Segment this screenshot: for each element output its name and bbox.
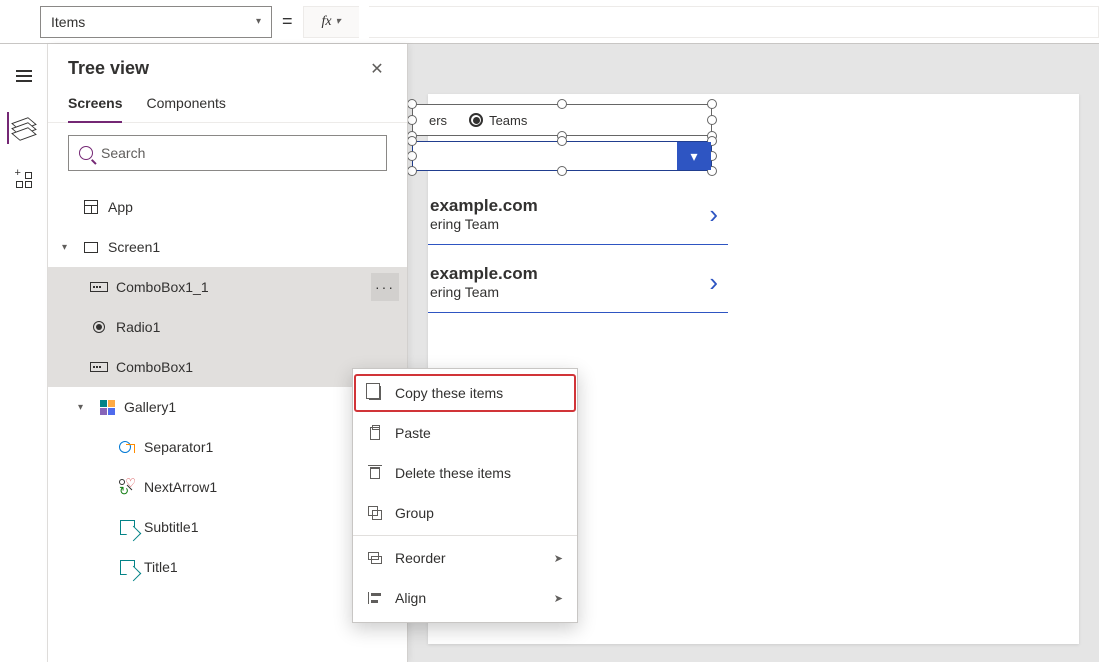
insert-icon[interactable] (8, 164, 40, 196)
screen-icon (84, 242, 98, 253)
context-item-label: Paste (395, 425, 431, 441)
equals-label: = (282, 11, 293, 32)
align-icon (368, 592, 382, 604)
label-icon (120, 560, 135, 575)
tree-item-label: Subtitle1 (144, 519, 198, 535)
context-menu: Copy these items Paste Delete these item… (352, 368, 578, 623)
context-paste[interactable]: Paste (353, 413, 577, 453)
chevron-down-icon: ▾ (256, 16, 261, 27)
tree-item-radio1[interactable]: Radio1 (48, 307, 407, 347)
tree-item-label: NextArrow1 (144, 479, 217, 495)
tree-view-icon[interactable] (7, 112, 39, 144)
tree-item-label: Radio1 (116, 319, 160, 335)
gallery-item-subtitle: ering Team (430, 216, 538, 232)
group-icon (368, 506, 382, 520)
resize-handle[interactable] (557, 99, 567, 109)
search-icon (79, 146, 93, 160)
gallery-item-title: example.com (430, 196, 538, 216)
context-delete[interactable]: Delete these items (353, 453, 577, 493)
reorder-icon (368, 552, 382, 564)
gallery-item[interactable]: example.com ering Team › (428, 252, 728, 313)
tree-item-app[interactable]: App (48, 187, 407, 227)
radio-circle-icon (469, 113, 483, 127)
gallery-icon (100, 400, 115, 415)
context-item-label: Reorder (395, 550, 446, 566)
tab-screens[interactable]: Screens (68, 89, 122, 123)
hamburger-icon[interactable] (8, 60, 40, 92)
tree-tabs: Screens Components (48, 89, 407, 123)
context-reorder[interactable]: Reorder ➤ (353, 538, 577, 578)
radio-option[interactable]: ers (429, 113, 447, 128)
next-arrow-icon[interactable]: › (709, 267, 718, 298)
resize-handle[interactable] (557, 166, 567, 176)
paste-icon (370, 427, 380, 440)
separator-icon (119, 441, 135, 453)
tree-item-label: Separator1 (144, 439, 213, 455)
resize-handle[interactable] (707, 99, 717, 109)
tree-item-label: Title1 (144, 559, 178, 575)
main-area: Tree view ✕ Screens Components Search Ap… (0, 44, 1099, 662)
tree-item-label: ComboBox1 (116, 359, 193, 375)
context-item-label: Group (395, 505, 434, 521)
radio-option-label: ers (429, 113, 447, 128)
context-align[interactable]: Align ➤ (353, 578, 577, 618)
resize-handle[interactable] (407, 136, 417, 146)
resize-handle[interactable] (407, 99, 417, 109)
chevron-right-icon: ➤ (554, 552, 563, 565)
resize-handle[interactable] (707, 115, 717, 125)
context-copy[interactable]: Copy these items (353, 373, 577, 413)
context-group[interactable]: Group (353, 493, 577, 533)
nextarrow-icon (119, 479, 135, 495)
resize-handle[interactable] (557, 136, 567, 146)
gallery-item[interactable]: example.com ering Team › (428, 184, 728, 245)
radio-option[interactable]: Teams (469, 113, 527, 128)
search-input[interactable]: Search (68, 135, 387, 171)
resize-handle[interactable] (407, 151, 417, 161)
gallery-item-title: example.com (430, 264, 538, 284)
formula-input[interactable] (369, 6, 1099, 38)
property-dropdown[interactable]: Items ▾ (40, 6, 272, 38)
fx-label: fx (321, 14, 331, 30)
tree-item-label: Screen1 (108, 239, 160, 255)
radio-option-label: Teams (489, 113, 527, 128)
property-label: Items (51, 14, 85, 30)
combobox-icon (90, 362, 108, 372)
next-arrow-icon[interactable]: › (709, 199, 718, 230)
more-options-icon[interactable]: ··· (371, 273, 399, 301)
context-item-label: Delete these items (395, 465, 511, 481)
radio-control[interactable]: ers Teams (412, 104, 712, 136)
gallery-item-subtitle: ering Team (430, 284, 538, 300)
chevron-right-icon: ➤ (554, 592, 563, 605)
radio-icon (93, 321, 105, 333)
context-item-label: Align (395, 590, 426, 606)
tree-item-label: App (108, 199, 133, 215)
context-item-label: Copy these items (395, 385, 503, 401)
chevron-down-icon[interactable]: ▾ (62, 242, 74, 253)
close-icon[interactable]: ✕ (367, 59, 387, 79)
delete-icon (370, 467, 380, 479)
tree-item-combobox1-1[interactable]: ComboBox1_1 ··· (48, 267, 407, 307)
copy-icon (369, 386, 381, 400)
left-rail (0, 44, 48, 662)
combobox-icon (90, 282, 108, 292)
chevron-down-icon: ▾ (336, 16, 341, 27)
search-placeholder: Search (101, 145, 145, 161)
tree-item-label: ComboBox1_1 (116, 279, 209, 295)
tree-item-label: Gallery1 (124, 399, 176, 415)
label-icon (120, 520, 135, 535)
resize-handle[interactable] (407, 115, 417, 125)
resize-handle[interactable] (407, 166, 417, 176)
app-icon (84, 200, 98, 214)
chevron-down-icon[interactable]: ▾ (78, 402, 90, 413)
tab-components[interactable]: Components (146, 89, 225, 122)
menu-separator (353, 535, 577, 536)
fx-button[interactable]: fx ▾ (303, 6, 359, 38)
combobox-control[interactable]: ▾ (412, 141, 712, 171)
tree-item-screen1[interactable]: ▾ Screen1 (48, 227, 407, 267)
tree-view-title: Tree view (68, 58, 149, 79)
formula-bar: Items ▾ = fx ▾ (0, 0, 1099, 44)
dropdown-chevron-icon[interactable]: ▾ (677, 142, 711, 170)
